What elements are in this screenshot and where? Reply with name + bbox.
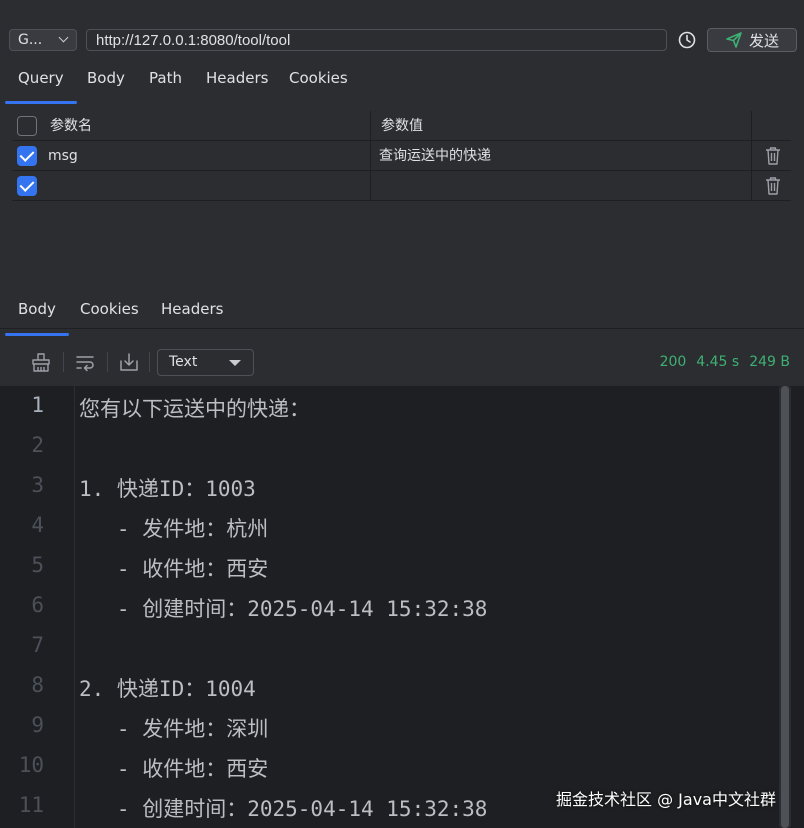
- select-all-checkbox[interactable]: [17, 116, 37, 136]
- toolbar-separator: [149, 352, 150, 372]
- column-divider: [370, 111, 371, 201]
- chevron-down-icon: [58, 32, 69, 43]
- code-line: 您有以下运送中的快递：: [79, 397, 310, 421]
- line-number: 5: [31, 553, 44, 577]
- line-number: 2: [31, 433, 44, 457]
- tab-query[interactable]: Query: [5, 58, 77, 104]
- param-name-cell[interactable]: msg: [48, 141, 78, 171]
- toolbar-separator: [107, 352, 108, 372]
- send-label: 发送: [748, 31, 779, 50]
- tab-cookies[interactable]: Cookies: [289, 58, 348, 98]
- code-line: - 发件地：杭州: [79, 517, 269, 541]
- send-icon: [726, 32, 742, 48]
- row-checkbox[interactable]: [17, 176, 37, 196]
- gutter-divider: [74, 386, 75, 828]
- line-number: 10: [18, 753, 44, 777]
- chevron-down-icon: [229, 360, 241, 366]
- method-select[interactable]: G...: [9, 29, 77, 51]
- vertical-scrollbar[interactable]: [779, 386, 791, 828]
- request-bar: G... http://127.0.0.1:8080/tool/tool 发送: [0, 0, 804, 56]
- url-value: http://127.0.0.1:8080/tool/tool: [96, 31, 291, 49]
- tab-response-headers[interactable]: Headers: [161, 289, 223, 329]
- tab-body[interactable]: Body: [87, 58, 125, 98]
- wrap-icon[interactable]: [74, 351, 96, 373]
- header-param-name: 参数名: [50, 118, 92, 134]
- request-tabs: Query Body Path Headers Cookies: [0, 58, 804, 104]
- format-label: Text: [169, 354, 198, 370]
- response-time: 4.45 s: [696, 354, 740, 370]
- line-number: 3: [31, 473, 44, 497]
- line-number: 8: [31, 673, 44, 697]
- line-number: 9: [31, 713, 44, 737]
- response-toolbar: Text 200 4.45 s 249 B: [0, 340, 804, 386]
- status-code: 200: [659, 354, 687, 370]
- method-label: G...: [18, 32, 43, 48]
- code-line: - 创建时间：2025-04-14 15:32:38: [79, 797, 488, 821]
- code-line: - 创建时间：2025-04-14 15:32:38: [79, 597, 488, 621]
- params-table: 参数名 参数值 msg 查询运送中的快递: [12, 111, 791, 201]
- column-divider: [751, 111, 752, 201]
- url-input[interactable]: http://127.0.0.1:8080/tool/tool: [86, 29, 667, 51]
- line-number: 7: [31, 633, 44, 657]
- code-line: - 发件地：深圳: [79, 717, 269, 741]
- table-row: [12, 171, 791, 201]
- row-checkbox[interactable]: [17, 146, 37, 166]
- line-number: 6: [31, 593, 44, 617]
- code-line: - 收件地：西安: [79, 557, 269, 581]
- trash-icon[interactable]: [764, 176, 782, 196]
- response-tabs: Body Cookies Headers: [0, 289, 804, 336]
- response-stats: 200 4.45 s 249 B: [660, 354, 790, 370]
- code-line: 2. 快递ID：1004: [79, 677, 256, 701]
- line-number: 1: [31, 393, 44, 417]
- response-size: 249 B: [749, 354, 790, 370]
- toolbar-separator: [63, 352, 64, 372]
- code-line: 1. 快递ID：1003: [79, 477, 256, 501]
- watermark: 掘金技术社区 @ Java中文社群: [556, 790, 776, 809]
- send-button[interactable]: 发送: [707, 28, 797, 52]
- scrollbar-thumb[interactable]: [781, 386, 789, 828]
- tab-path[interactable]: Path: [149, 58, 182, 98]
- history-icon[interactable]: [677, 30, 697, 50]
- line-gutter: 1 2 3 4 5 6 7 8 9 10 11: [0, 386, 74, 828]
- param-value-cell[interactable]: 查询运送中的快递: [379, 141, 491, 171]
- line-number: 4: [31, 513, 44, 537]
- table-row: msg 查询运送中的快递: [12, 141, 791, 171]
- tab-response-body[interactable]: Body: [5, 289, 69, 336]
- line-number: 11: [18, 793, 44, 817]
- code-line: - 收件地：西安: [79, 757, 269, 781]
- tab-headers[interactable]: Headers: [206, 58, 268, 98]
- format-select[interactable]: Text: [157, 349, 254, 376]
- table-header-row: 参数名 参数值: [12, 111, 791, 141]
- response-editor[interactable]: 1 2 3 4 5 6 7 8 9 10 11 您有以下运送中的快递： 1. 快…: [0, 386, 804, 828]
- tab-response-cookies[interactable]: Cookies: [80, 289, 139, 329]
- app-root: G... http://127.0.0.1:8080/tool/tool 发送 …: [0, 0, 804, 828]
- clear-icon[interactable]: [30, 351, 52, 373]
- trash-icon[interactable]: [764, 146, 782, 166]
- download-icon[interactable]: [118, 351, 140, 373]
- header-param-value: 参数值: [381, 118, 423, 134]
